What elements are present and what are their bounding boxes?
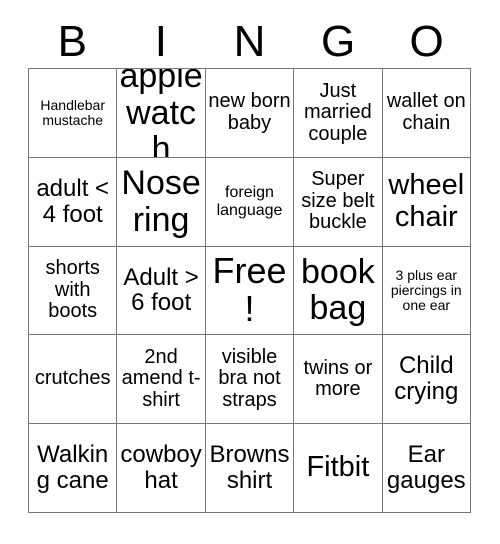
bingo-cell-label: book bag <box>301 252 375 328</box>
bingo-cell[interactable]: visible bra not straps <box>205 335 295 425</box>
bingo-header-letter-g: G <box>320 17 356 66</box>
bingo-cell-label: wallet on chain <box>386 90 466 134</box>
bingo-cell[interactable]: Adult > 6 foot <box>117 246 206 336</box>
bingo-cell-label: Ear gauges <box>386 441 466 495</box>
bingo-cell-label: Fitbit <box>306 451 370 484</box>
bingo-cell[interactable]: shorts with boots <box>29 246 118 336</box>
bingo-header-letter-b: B <box>57 17 87 66</box>
bingo-cell[interactable]: apple watch <box>117 69 206 158</box>
bingo-cell[interactable]: book bag <box>294 246 383 336</box>
bingo-cell-label: Free! <box>212 249 287 330</box>
bingo-cell-label: wheel chair <box>388 169 465 233</box>
bingo-cell[interactable]: crutches <box>29 335 118 425</box>
bingo-cell[interactable]: Child crying <box>382 335 471 425</box>
bingo-cell[interactable]: foreign language <box>205 157 295 247</box>
bingo-cell-label: crutches <box>34 367 111 390</box>
bingo-cell[interactable]: 3 plus ear piercings in one ear <box>382 246 471 336</box>
bingo-header-letter-o: O <box>409 17 444 66</box>
bingo-cell[interactable]: Fitbit <box>294 424 383 513</box>
bingo-cell-label: foreign language <box>216 184 283 219</box>
bingo-cell-label: new born baby <box>208 90 291 134</box>
bingo-cell-label: 3 plus ear piercings in one ear <box>390 266 462 314</box>
bingo-cell-label: Adult > 6 foot <box>123 263 199 317</box>
bingo-card: B I N G O Handlebar mustache apple watch n… <box>0 0 500 544</box>
bingo-cell[interactable]: Browns shirt <box>205 424 295 513</box>
bingo-cell[interactable]: Handlebar mustache <box>29 69 118 158</box>
bingo-grid: Handlebar mustache apple watch new born ba… <box>28 68 471 513</box>
bingo-cell[interactable]: Just married couple <box>294 69 383 158</box>
bingo-cell[interactable]: Free! <box>205 246 295 336</box>
bingo-cell-label: Browns shirt <box>209 441 290 495</box>
bingo-cell-label: visible bra not straps <box>218 345 281 412</box>
bingo-cell-label: 2nd amend t-shirt <box>121 345 201 412</box>
bingo-cell[interactable]: adult < 4 foot <box>29 157 118 247</box>
bingo-cell-label: adult < 4 foot <box>36 174 110 228</box>
bingo-cell[interactable]: wallet on chain <box>382 69 471 158</box>
bingo-cell[interactable]: Walking cane <box>29 424 118 513</box>
bingo-cell-label: twins or more <box>303 356 373 401</box>
bingo-cell-label: Handlebar mustache <box>40 96 105 128</box>
bingo-cell[interactable]: twins or more <box>294 335 383 425</box>
bingo-cell[interactable]: Nose ring <box>117 157 206 247</box>
bingo-header-letter-i: I <box>154 17 167 66</box>
bingo-cell-label: Nose ring <box>121 163 201 239</box>
bingo-cell-label: shorts with boots <box>45 257 100 323</box>
bingo-cell-label: Child crying <box>394 352 459 406</box>
bingo-cell[interactable]: cowboy hat <box>117 424 206 513</box>
bingo-cell-label: cowboy hat <box>120 441 202 495</box>
bingo-cell[interactable]: Ear gauges <box>382 424 471 513</box>
bingo-cell-label: Just married couple <box>303 79 372 145</box>
bingo-cell[interactable]: wheel chair <box>382 157 471 247</box>
bingo-cell-label: apple watch <box>119 69 203 158</box>
bingo-cell-label: Walking cane <box>36 441 109 495</box>
bingo-cell[interactable]: 2nd amend t-shirt <box>117 335 206 425</box>
bingo-cell-label: Super size belt buckle <box>301 168 375 234</box>
bingo-header: B I N G O <box>28 18 471 66</box>
bingo-cell[interactable]: Super size belt buckle <box>294 157 383 247</box>
bingo-cell[interactable]: new born baby <box>205 69 295 158</box>
bingo-header-letter-n: N <box>233 17 266 66</box>
